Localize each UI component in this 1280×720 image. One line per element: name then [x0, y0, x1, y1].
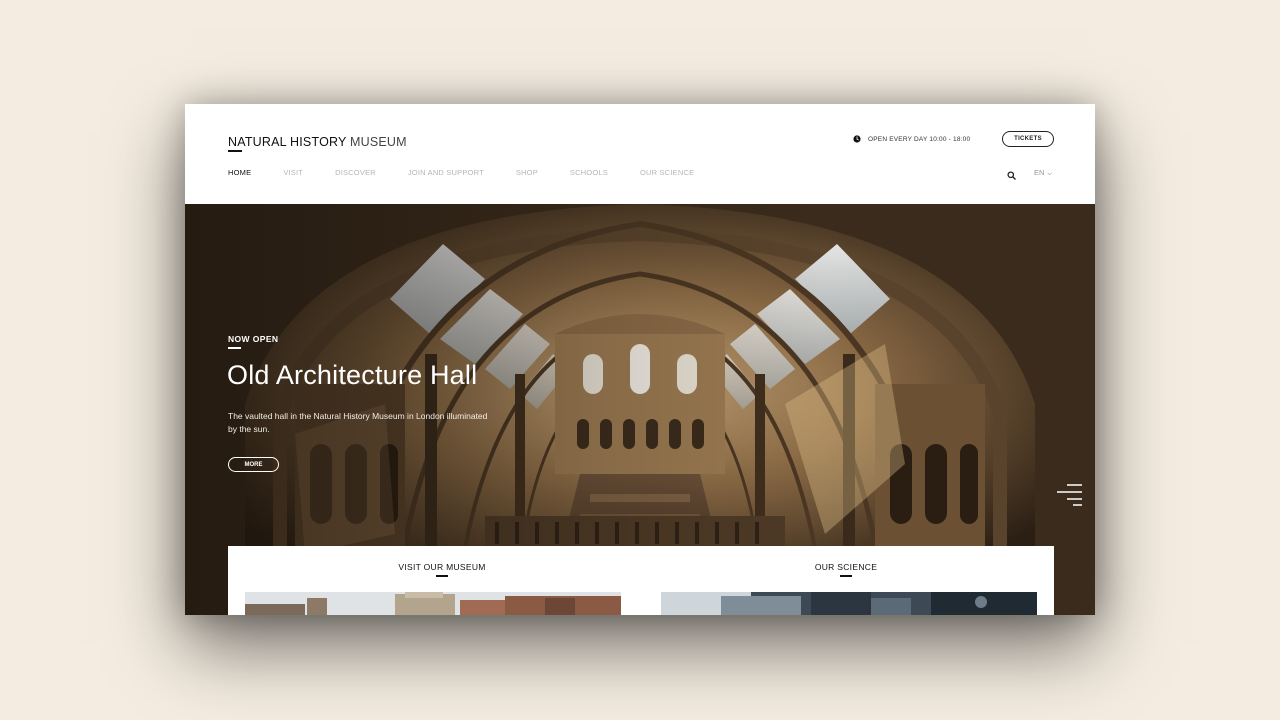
- our-science-thumbnail[interactable]: [661, 592, 1037, 615]
- chevron-down-icon: ⌵: [1047, 171, 1052, 177]
- logo-underline: [228, 150, 242, 152]
- our-science-image: [661, 592, 1037, 615]
- card-title-visit-our-museum[interactable]: VISIT OUR MUSEUM: [398, 562, 485, 572]
- hours-text: OPEN EVERY DAY 10:00 - 18:00: [868, 135, 971, 143]
- hero-eyebrow-underline: [228, 347, 241, 349]
- site-header: NATURAL HISTORY MUSEUM OPEN EVERY DAY 10…: [185, 104, 1095, 204]
- hero-description: The vaulted hall in the Natural History …: [228, 411, 488, 434]
- main-nav: HOME VISIT DISCOVER JOIN AND SUPPORT SHO…: [228, 168, 726, 178]
- opening-hours: OPEN EVERY DAY 10:00 - 18:00: [853, 135, 970, 143]
- logo-sub-text: MUSEUM: [350, 135, 407, 149]
- language-code: EN: [1034, 168, 1045, 177]
- nav-item-join-and-support[interactable]: JOIN AND SUPPORT: [408, 168, 484, 178]
- hero-title: Old Architecture Hall: [227, 360, 478, 390]
- nav-item-schools[interactable]: SCHOOLS: [570, 168, 608, 178]
- nav-item-home[interactable]: HOME: [228, 168, 251, 178]
- hero-eyebrow: NOW OPEN: [228, 334, 279, 344]
- tickets-button[interactable]: TICKETS: [1002, 131, 1054, 147]
- card-underline-visit: [436, 575, 448, 577]
- logo-main-text: NATURAL HISTORY: [228, 135, 347, 149]
- site-logo[interactable]: NATURAL HISTORY MUSEUM: [228, 135, 407, 149]
- card-title-our-science[interactable]: OUR SCIENCE: [815, 562, 877, 572]
- nav-item-shop[interactable]: SHOP: [516, 168, 538, 178]
- card-underline-science: [840, 575, 852, 577]
- menu-icon: [1057, 484, 1082, 506]
- browser-page: NATURAL HISTORY MUSEUM OPEN EVERY DAY 10…: [185, 104, 1095, 615]
- nav-item-our-science[interactable]: OUR SCIENCE: [640, 168, 694, 178]
- visit-museum-image: [245, 592, 621, 615]
- more-button[interactable]: MORE: [228, 457, 279, 472]
- feature-cards: VISIT OUR MUSEUM OUR SCIENCE: [228, 546, 1054, 615]
- search-button[interactable]: [1007, 167, 1016, 185]
- clock-icon: [853, 135, 861, 143]
- language-selector[interactable]: EN ⌵: [1034, 168, 1052, 178]
- menu-button[interactable]: [1053, 484, 1083, 511]
- search-icon: [1007, 171, 1016, 180]
- nav-item-discover[interactable]: DISCOVER: [335, 168, 376, 178]
- visit-museum-thumbnail[interactable]: [245, 592, 621, 615]
- nav-item-visit[interactable]: VISIT: [283, 168, 303, 178]
